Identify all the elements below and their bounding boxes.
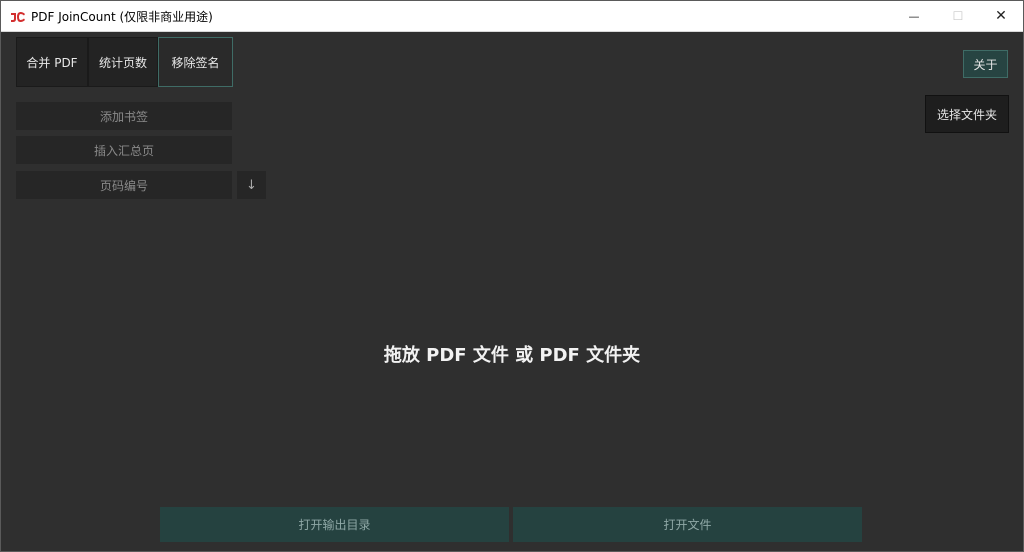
page-numbering-button[interactable]: 页码编号: [16, 171, 232, 199]
tab-label: 合并 PDF: [26, 55, 78, 70]
open-output-dir-button[interactable]: 打开输出目录: [160, 507, 509, 542]
jc-logo-icon: [10, 9, 26, 23]
close-icon: ✕: [995, 8, 1007, 24]
select-folder-button[interactable]: 选择文件夹: [925, 95, 1009, 133]
tab-label: 移除签名: [171, 55, 220, 70]
window-title: PDF JoinCount (仅限非商业用途): [31, 10, 213, 24]
main-content: 合并 PDF 统计页数 移除签名 添加书签 插入汇总页 页码编号 ↓ 关于 选择…: [1, 32, 1023, 551]
tab-count-pages[interactable]: 统计页数: [88, 37, 158, 87]
tab-remove-signature[interactable]: 移除签名: [158, 37, 233, 87]
open-file-button[interactable]: 打开文件: [513, 507, 862, 542]
drop-zone[interactable]: 拖放 PDF 文件 或 PDF 文件夹: [1, 332, 1023, 376]
tab-merge-pdf[interactable]: 合并 PDF: [16, 37, 88, 87]
select-folder-label: 选择文件夹: [936, 107, 997, 122]
option-label: 插入汇总页: [93, 143, 154, 158]
about-button[interactable]: 关于: [963, 50, 1008, 78]
open-file-label: 打开文件: [663, 518, 712, 532]
close-button[interactable]: ✕: [978, 1, 1023, 31]
app-window: PDF JoinCount (仅限非商业用途) — ☐ ✕ 合并 PDF 统计页…: [0, 0, 1024, 552]
insert-summary-page-button[interactable]: 插入汇总页: [16, 136, 232, 164]
add-bookmarks-button[interactable]: 添加书签: [16, 102, 232, 130]
minimize-button[interactable]: —: [891, 1, 937, 31]
maximize-icon: ☐: [952, 9, 964, 23]
option-label: 页码编号: [99, 178, 148, 193]
option-label: 添加书签: [99, 109, 148, 124]
tab-label: 统计页数: [98, 55, 147, 70]
about-label: 关于: [973, 57, 998, 72]
open-output-dir-label: 打开输出目录: [298, 518, 371, 532]
drop-zone-text: 拖放 PDF 文件 或 PDF 文件夹: [383, 345, 641, 366]
title-bar[interactable]: PDF JoinCount (仅限非商业用途) — ☐ ✕: [1, 1, 1023, 32]
maximize-button[interactable]: ☐: [935, 1, 981, 31]
minimize-icon: —: [908, 9, 920, 23]
page-numbering-position-button[interactable]: ↓: [237, 171, 266, 199]
arrow-down-icon: ↓: [246, 177, 257, 193]
